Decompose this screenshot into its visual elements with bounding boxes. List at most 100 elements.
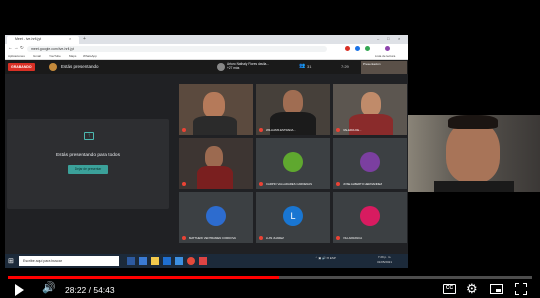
screen-capture: Meet - ive-hrfi-jyt × + – □ × ← → ↻ meet… — [5, 35, 408, 268]
url-field[interactable]: meet.google.com/ive-hrfi-jyt — [27, 45, 327, 52]
participant-name: CARPIO VALLADARES CARDENAS — [266, 182, 312, 186]
bookmark-apps[interactable]: Aplicaciones — [8, 54, 25, 58]
bookmark-gmail[interactable]: Gmail — [33, 54, 41, 58]
participant-avatar — [360, 206, 380, 226]
miniplayer-icon[interactable] — [490, 284, 503, 294]
video-player[interactable]: Meet - ive-hrfi-jyt × + – □ × ← → ↻ meet… — [0, 0, 540, 298]
windows-start-icon[interactable]: ⊞ — [8, 257, 14, 265]
player-controls: 🔊 28:22 / 54:43 CC ⚙ — [0, 281, 540, 298]
self-preview-label: Presentación — [363, 62, 381, 66]
mic-off-icon — [182, 182, 186, 186]
presenting-label: Estás presentando — [61, 64, 99, 69]
mail-icon[interactable] — [175, 257, 183, 265]
bookmark-youtube[interactable]: YouTube — [49, 54, 61, 58]
system-tray[interactable]: ⌃ ▣ 🔊 ✉ ESP — [315, 256, 336, 260]
file-explorer-icon[interactable] — [151, 257, 159, 265]
participant-avatar — [360, 152, 380, 172]
stop-presenting-button[interactable]: Dejar de presentar — [68, 165, 108, 174]
close-window-icon[interactable]: × — [398, 36, 400, 41]
task-view-icon[interactable] — [127, 257, 135, 265]
participant-body — [193, 116, 237, 135]
mic-off-icon — [259, 182, 263, 186]
settings-gear-icon[interactable]: ⚙ — [466, 281, 478, 297]
participant-body — [197, 166, 233, 189]
participant-tile[interactable]: JOSE ALBERTO HERNANDEZ — [333, 138, 407, 189]
mic-off-icon — [259, 128, 263, 132]
mic-off-icon — [336, 128, 340, 132]
present-screen-icon: ↑ — [84, 132, 94, 140]
play-icon[interactable] — [15, 284, 24, 296]
record-extension-icon[interactable] — [345, 46, 350, 51]
time-display: 28:22 / 54:43 — [65, 285, 115, 295]
progress-bar[interactable] — [8, 276, 532, 279]
reload-icon[interactable]: ↻ — [20, 45, 24, 51]
mic-off-icon — [182, 128, 186, 132]
participant-tile[interactable] — [179, 138, 253, 189]
progress-fill — [8, 276, 280, 279]
participant-tile[interactable]: WILLIAMS ESTRADA... — [256, 84, 330, 135]
participant-tile[interactable]: CARPIO VALLADARES CARDENAS — [256, 138, 330, 189]
fullscreen-corner — [523, 283, 527, 287]
speaker-more-line: +27 más — [227, 66, 240, 70]
browser-tab[interactable]: Meet - ive-hrfi-jyt × — [7, 36, 79, 44]
presenting-message: Estás presentando para todos — [55, 153, 120, 158]
presentation-panel: ↑ Estás presentando para todos Dejar de … — [7, 119, 169, 209]
app-icon[interactable] — [199, 257, 207, 265]
participant-face — [361, 92, 381, 116]
edge-icon[interactable] — [139, 257, 147, 265]
streamer-shirt — [434, 181, 514, 192]
mic-off-icon — [336, 236, 340, 240]
subtitles-icon[interactable]: CC — [443, 284, 456, 294]
taskbar-search-input[interactable]: Escribe aquí para buscar — [19, 256, 119, 266]
plus-icon[interactable]: + — [83, 36, 86, 42]
participant-face — [205, 146, 223, 168]
browser-tab-strip: Meet - ive-hrfi-jyt × + – □ × — [5, 35, 408, 44]
people-icon[interactable]: 👥 — [299, 63, 305, 69]
fullscreen-corner — [523, 291, 527, 295]
profile-icon[interactable] — [385, 46, 390, 51]
fullscreen-corner — [515, 283, 519, 287]
tab-title: Meet - ive-hrfi-jyt — [15, 37, 42, 41]
mic-off-icon — [259, 236, 263, 240]
participant-face — [203, 92, 225, 118]
participant-tile[interactable] — [179, 84, 253, 135]
maximize-icon[interactable]: □ — [387, 36, 389, 41]
participant-face — [283, 90, 303, 114]
fullscreen-corner — [515, 291, 519, 295]
minimize-icon[interactable]: – — [377, 36, 379, 41]
fullscreen-icon[interactable] — [515, 283, 527, 295]
participant-tile[interactable]: MATTHEW VENTRAMEN CORDOVA — [179, 192, 253, 243]
self-preview: Presentación — [361, 61, 407, 74]
reading-list[interactable]: Lista de lectura — [375, 54, 395, 58]
participant-grid: WILLIAMS ESTRADA... VALERIA DE... CARPIO… — [179, 84, 407, 243]
chrome-icon[interactable] — [187, 257, 195, 265]
speaker-name: Arturo Nathaly Flores davila... +27 más — [227, 62, 269, 70]
extension-icon[interactable] — [365, 46, 370, 51]
participant-name: VILLAFRANCA — [343, 236, 363, 240]
bookmarks-bar: Aplicaciones Gmail YouTube Maps WhatsApp… — [5, 53, 408, 60]
participant-avatar: L — [283, 206, 303, 226]
store-icon[interactable] — [163, 257, 171, 265]
volume-icon[interactable]: 🔊 — [42, 281, 56, 294]
speaker-avatar — [217, 63, 225, 71]
address-bar-row: ← → ↻ meet.google.com/ive-hrfi-jyt — [5, 44, 408, 53]
extension-icon[interactable] — [355, 46, 360, 51]
participant-name: JOSE ALBERTO HERNANDEZ — [343, 182, 383, 186]
meet-app: GRABANDO Estás presentando Arturo Nathal… — [5, 60, 408, 268]
participant-name: VALERIA DE... — [343, 128, 362, 132]
participant-tile[interactable]: L LUIS JUAREZ — [256, 192, 330, 243]
participant-avatar — [283, 152, 303, 172]
bookmark-whatsapp[interactable]: WhatsApp — [83, 54, 97, 58]
close-icon[interactable]: × — [69, 36, 71, 41]
bookmark-maps[interactable]: Maps — [69, 54, 76, 58]
participant-tile[interactable]: VALERIA DE... — [333, 84, 407, 135]
forward-icon[interactable]: → — [14, 45, 19, 50]
back-icon[interactable]: ← — [8, 45, 13, 50]
meeting-clock: 7:29 — [341, 64, 349, 69]
miniplayer-inner — [496, 289, 501, 292]
participant-tile[interactable]: VILLAFRANCA — [333, 192, 407, 243]
streamer-hair — [448, 115, 498, 129]
participant-name: LUIS JUAREZ — [266, 236, 284, 240]
streamer-face — [446, 121, 500, 183]
taskbar-clock[interactable]: 7:29 p. m. 31/05/2021 — [377, 255, 392, 264]
